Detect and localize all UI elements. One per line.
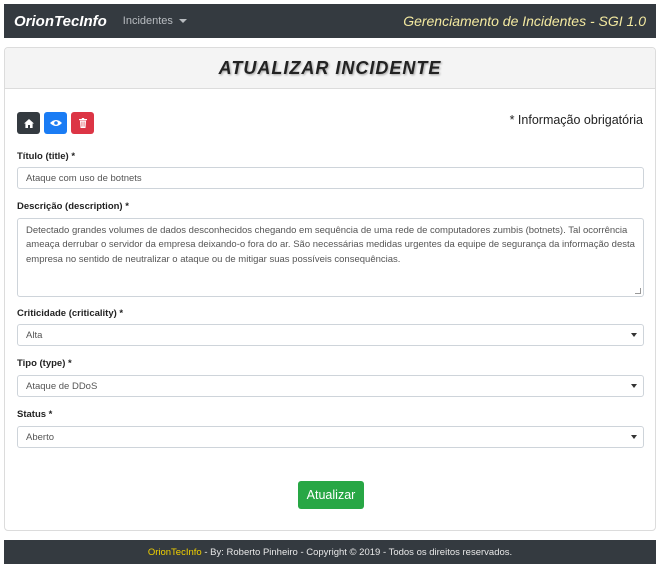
caret-down-icon bbox=[178, 19, 187, 23]
incidentes-dropdown-label: Incidentes bbox=[122, 15, 173, 27]
select-arrow-icon bbox=[631, 435, 637, 439]
footer: OrionTecInfo - By: Roberto Pinheiro - Co… bbox=[4, 540, 656, 564]
criticality-select-value: Alta bbox=[26, 329, 43, 341]
status-select[interactable]: Aberto bbox=[17, 426, 644, 448]
resize-grip-icon[interactable] bbox=[635, 288, 641, 294]
footer-brand: OrionTecInfo bbox=[147, 546, 202, 558]
system-title: Gerenciamento de Incidentes - SGI 1.0 bbox=[403, 13, 646, 29]
home-button[interactable] bbox=[17, 112, 40, 134]
action-buttons bbox=[17, 112, 94, 134]
title-label: Título (title) * bbox=[17, 151, 76, 162]
type-select[interactable]: Ataque de DDoS bbox=[17, 375, 644, 397]
type-label: Tipo (type) * bbox=[17, 358, 72, 369]
update-incident-card: ATUALIZAR INCIDENTE * Informação obrigat… bbox=[4, 47, 656, 531]
select-arrow-icon bbox=[631, 384, 637, 388]
eye-icon bbox=[49, 120, 62, 126]
page: OrionTecInfo Incidentes Gerenciamento de… bbox=[0, 0, 660, 566]
required-note: * Informação obrigatória bbox=[509, 113, 643, 127]
criticality-label: Criticidade (criticality) * bbox=[17, 308, 124, 319]
select-arrow-icon bbox=[631, 333, 637, 337]
brand-link[interactable]: OrionTecInfo bbox=[14, 13, 107, 30]
update-button[interactable]: Atualizar bbox=[298, 481, 364, 509]
status-label: Status * bbox=[17, 409, 53, 420]
criticality-select[interactable]: Alta bbox=[17, 324, 644, 346]
description-label: Descrição (description) * bbox=[17, 201, 129, 212]
incidentes-dropdown[interactable]: Incidentes bbox=[123, 15, 187, 27]
trash-icon bbox=[78, 118, 87, 128]
home-icon bbox=[23, 118, 34, 128]
type-select-value: Ataque de DDoS bbox=[26, 380, 98, 392]
page-title: ATUALIZAR INCIDENTE bbox=[218, 57, 442, 78]
card-header: ATUALIZAR INCIDENTE bbox=[5, 48, 655, 89]
delete-button[interactable] bbox=[71, 112, 94, 134]
description-textarea-value: Detectado grandes volumes de dados desco… bbox=[26, 225, 635, 265]
footer-text: - By: Roberto Pinheiro - Copyright © 201… bbox=[201, 546, 513, 558]
view-button[interactable] bbox=[44, 112, 67, 134]
title-input[interactable]: Ataque com uso de botnets bbox=[17, 167, 644, 189]
description-textarea[interactable]: Detectado grandes volumes de dados desco… bbox=[17, 218, 644, 297]
title-input-value: Ataque com uso de botnets bbox=[26, 172, 142, 184]
top-navbar: OrionTecInfo Incidentes Gerenciamento de… bbox=[4, 4, 656, 38]
status-select-value: Aberto bbox=[26, 431, 54, 443]
